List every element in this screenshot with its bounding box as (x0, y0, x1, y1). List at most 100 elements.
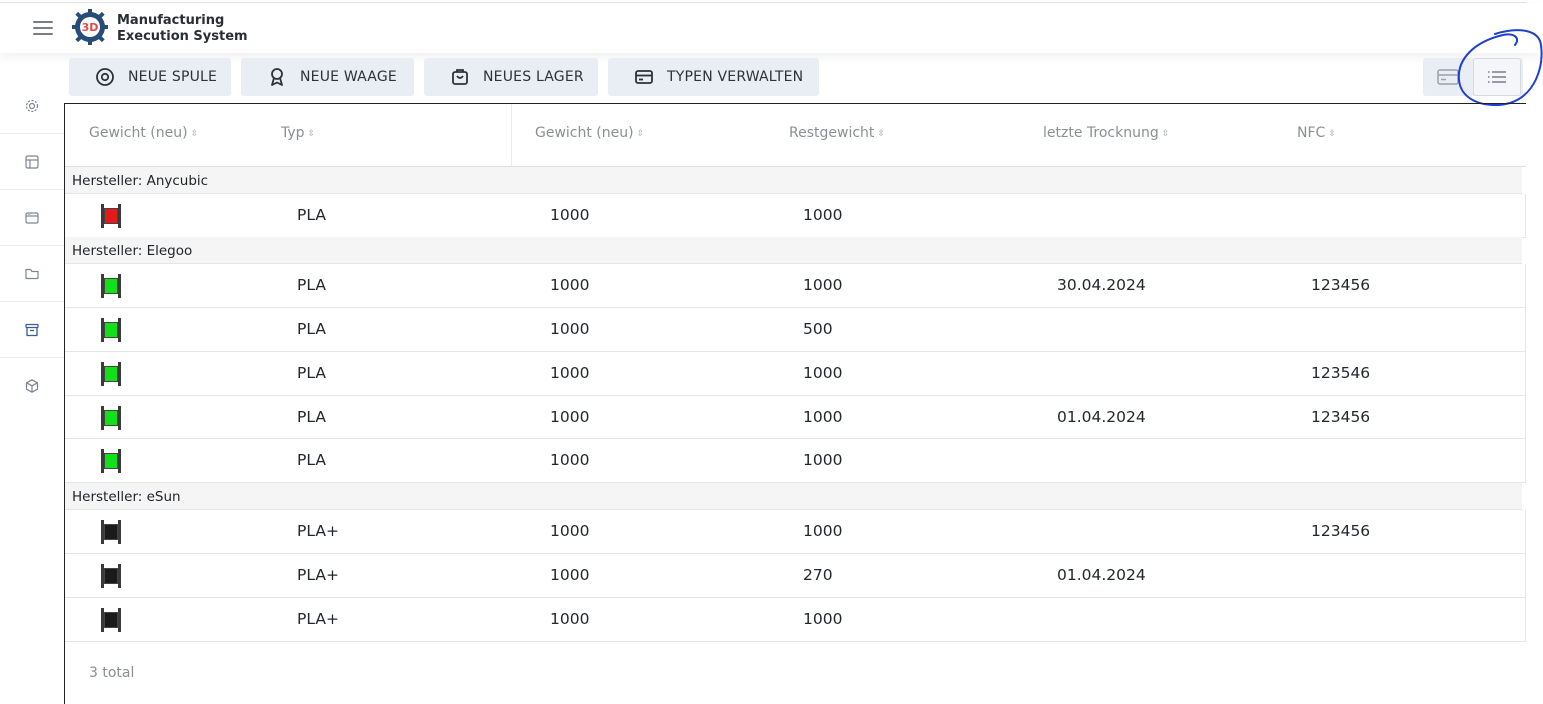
list-view-button[interactable] (1473, 58, 1521, 96)
spool-icon (101, 520, 121, 544)
cell-nfc: 123546 (1311, 364, 1371, 382)
target-icon (96, 68, 114, 86)
cube-icon (25, 379, 39, 393)
card-view-button[interactable] (1423, 58, 1473, 96)
column-header-remaining-weight[interactable]: Restgewicht ⇳ (789, 125, 885, 141)
cell-typ: PLA (297, 206, 326, 224)
table-row[interactable]: PLA 1000 1000 (65, 439, 1526, 483)
app-title-line2: Execution System (117, 29, 248, 44)
spool-icon (101, 318, 121, 342)
sidebar-item-layout[interactable] (0, 134, 64, 190)
new-scale-label: NEUE WAAGE (300, 69, 397, 85)
cell-typ: PLA (297, 451, 326, 469)
cell-gewicht: 1000 (550, 276, 590, 294)
cell-gewicht: 1000 (550, 408, 590, 426)
cell-gewicht: 1000 (550, 610, 590, 628)
new-spool-label: NEUE SPULE (128, 69, 218, 85)
gear-icon (25, 99, 39, 112)
sidebar-item-settings[interactable] (0, 78, 64, 134)
header-separator (511, 104, 512, 166)
sort-icon: ⇳ (877, 129, 885, 139)
cell-rest: 500 (803, 320, 833, 338)
new-storage-label: NEUES LAGER (483, 69, 584, 85)
cell-rest: 1000 (803, 610, 843, 628)
spool-icon (101, 406, 121, 430)
new-scale-button[interactable]: NEUE WAAGE (241, 58, 414, 96)
cell-gewicht: 1000 (550, 320, 590, 338)
cell-rest: 1000 (803, 364, 843, 382)
new-spool-button[interactable]: NEUE SPULE (69, 58, 231, 96)
spool-icon (101, 362, 121, 386)
cell-gewicht: 1000 (550, 206, 590, 224)
cell-gewicht: 1000 (550, 451, 590, 469)
cell-rest: 1000 (803, 522, 843, 540)
sort-icon: ⇳ (190, 129, 199, 139)
card-icon (635, 70, 653, 84)
table-total: 3 total (89, 665, 135, 681)
table-row[interactable]: PLA+ 1000 1000 123456 (65, 510, 1526, 554)
app-title: Manufacturing Execution System (117, 13, 248, 45)
spool-icon (101, 564, 121, 588)
table-row[interactable]: PLA 1000 1000 30.04.2024 123456 (65, 264, 1526, 308)
cell-rest: 1000 (803, 276, 843, 294)
column-header-weight-new-2[interactable]: Gewicht (neu) ⇳ (535, 125, 644, 141)
cell-typ: PLA (297, 276, 326, 294)
table-header: Gewicht (neu) ⇳ Typ ⇳ Gewicht (neu) ⇳ Restg… (65, 104, 1526, 167)
new-storage-button[interactable]: NEUES LAGER (424, 58, 598, 96)
sort-icon: ⇳ (307, 129, 316, 139)
layout-icon (25, 154, 39, 169)
cell-rest: 1000 (803, 206, 843, 224)
manage-types-button[interactable]: TYPEN VERWALTEN (608, 58, 819, 96)
spool-table-panel: Gewicht (neu) ⇳ Typ ⇳ Gewicht (neu) ⇳ Restg… (64, 103, 1526, 704)
table-row[interactable]: PLA 1000 1000 01.04.2024 123456 (65, 396, 1526, 439)
sort-icon: ⇳ (1161, 129, 1170, 139)
table-row[interactable]: PLA+ 1000 1000 (65, 598, 1526, 642)
cell-nfc: 123456 (1311, 408, 1371, 426)
app-logo: 3D (72, 9, 108, 45)
column-header-type[interactable]: Typ ⇳ (281, 125, 315, 141)
cell-typ: PLA (297, 364, 326, 382)
sidebar-item-window[interactable] (0, 190, 64, 246)
column-header-nfc[interactable]: NFC ⇳ (1297, 125, 1336, 141)
cell-trocknung: 01.04.2024 (1057, 408, 1146, 426)
logo-text: 3D (82, 21, 99, 34)
cell-typ: PLA+ (297, 610, 339, 628)
sidebar-item-archive[interactable] (0, 302, 64, 358)
folder-icon (25, 268, 39, 279)
spool-icon (101, 274, 121, 298)
cell-gewicht: 1000 (550, 566, 590, 584)
cell-trocknung: 01.04.2024 (1057, 566, 1146, 584)
archive-icon (25, 323, 39, 336)
list-view-icon (1488, 71, 1506, 83)
manage-types-label: TYPEN VERWALTEN (667, 69, 804, 85)
cell-nfc: 123456 (1311, 522, 1371, 540)
group-header: Hersteller: Anycubic (65, 167, 1522, 194)
spool-icon (101, 204, 121, 228)
cell-nfc: 123456 (1311, 276, 1371, 294)
sidebar-item-cube[interactable] (0, 358, 64, 414)
group-header: Hersteller: eSun (65, 483, 1522, 510)
cell-typ: PLA+ (297, 566, 339, 584)
view-toggle (1423, 58, 1523, 96)
app-header: 3D Manufacturing Execution System (0, 3, 1543, 53)
cell-typ: PLA (297, 320, 326, 338)
cell-rest: 1000 (803, 408, 843, 426)
cell-typ: PLA (297, 408, 326, 426)
table-row[interactable]: PLA+ 1000 270 01.04.2024 (65, 554, 1526, 598)
award-icon (271, 68, 283, 86)
app-title-line1: Manufacturing (117, 13, 225, 28)
table-row[interactable]: PLA 1000 1000 123546 (65, 352, 1526, 396)
sidebar (0, 78, 64, 414)
sort-icon: ⇳ (1328, 129, 1336, 139)
column-header-last-drying[interactable]: letzte Trocknung ⇳ (1043, 125, 1169, 141)
menu-icon[interactable] (33, 21, 53, 35)
sort-icon: ⇳ (636, 129, 645, 139)
cell-gewicht: 1000 (550, 364, 590, 382)
column-header-weight-new[interactable]: Gewicht (neu) ⇳ (89, 125, 198, 141)
group-header: Hersteller: Elegoo (65, 237, 1522, 264)
cell-gewicht: 1000 (550, 522, 590, 540)
sidebar-item-folder[interactable] (0, 246, 64, 302)
basket-icon (452, 69, 468, 85)
table-row[interactable]: PLA 1000 500 (65, 308, 1526, 352)
table-row[interactable]: PLA 1000 1000 (65, 194, 1526, 238)
